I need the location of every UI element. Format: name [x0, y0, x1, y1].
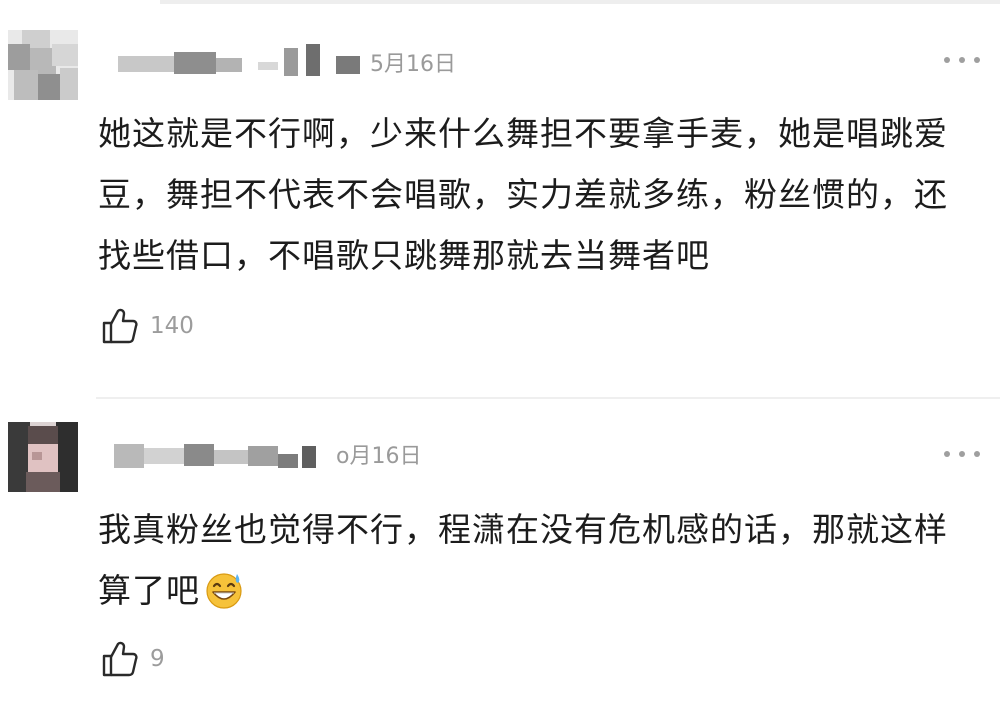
sweat-smile-emoji-icon: [206, 573, 242, 609]
like-button[interactable]: 140: [100, 304, 194, 348]
username-blurred[interactable]: [108, 42, 360, 78]
comment-text: 我真粉丝也觉得不行，程潇在没有危机感的话，那就这样算了吧: [98, 499, 978, 621]
comment-text: 她这就是不行啊，少来什么舞担不要拿手麦，她是唱跳爱豆，舞担不代表不会唱歌，实力差…: [98, 114, 948, 275]
dot-icon: [944, 451, 950, 457]
dot-icon: [959, 451, 965, 457]
dot-icon: [974, 57, 980, 63]
thumbs-up-icon: [102, 308, 138, 344]
comment-item: o月16日 我真粉丝也觉得不行，程潇在没有危机感的话，那就这样算了吧 9: [0, 400, 1000, 715]
thumbs-up-icon: [102, 641, 138, 677]
like-button[interactable]: 9: [100, 637, 165, 681]
username-blurred[interactable]: [108, 436, 358, 472]
comment-item: 5月16日 她这就是不行啊，少来什么舞担不要拿手麦，她是唱跳爱豆，舞担不代表不会…: [0, 0, 1000, 395]
avatar[interactable]: [8, 422, 78, 492]
more-options-button[interactable]: [944, 54, 980, 66]
like-count: 140: [150, 313, 194, 339]
comment-divider: [96, 397, 1000, 399]
dot-icon: [959, 57, 965, 63]
comment-date: 5月16日: [370, 52, 456, 77]
more-options-button[interactable]: [944, 448, 980, 460]
like-count: 9: [150, 646, 165, 672]
dot-icon: [974, 451, 980, 457]
avatar[interactable]: [8, 30, 78, 100]
dot-icon: [944, 57, 950, 63]
comment-date: o月16日: [336, 444, 422, 469]
